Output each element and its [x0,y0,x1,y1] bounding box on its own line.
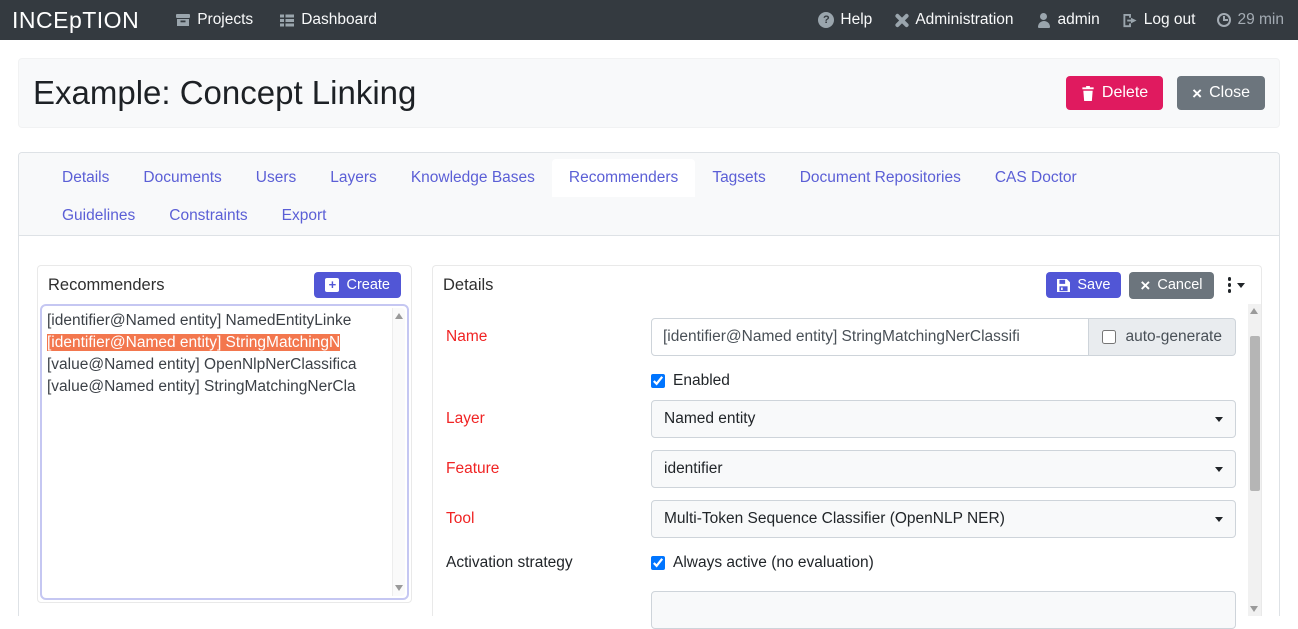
page-header: Example: Concept Linking Delete × Close [18,58,1280,128]
recommender-list-item[interactable]: [identifier@Named entity] NamedEntityLin… [47,310,391,332]
top-navbar: INCEpTION Projects Dashboard ? Help Admi… [0,0,1298,40]
activation-strategy-label: Activation strategy [446,554,651,572]
tab-guidelines[interactable]: Guidelines [45,197,152,235]
cancel-button[interactable]: × Cancel [1129,272,1213,299]
tab-export[interactable]: Export [265,197,344,235]
close-icon: × [1192,85,1202,102]
session-timer-label: 29 min [1237,11,1284,29]
logout-icon [1122,13,1138,28]
nav-administration-label: Administration [915,11,1013,29]
details-scrollbar[interactable] [1248,304,1261,616]
nav-dashboard-label: Dashboard [301,11,377,29]
recommender-list-item[interactable]: [value@Named entity] OpenNlpNerClassific… [47,354,391,376]
tab-cas-doctor[interactable]: CAS Doctor [978,159,1094,197]
always-active-checkbox[interactable] [651,556,665,570]
nav-help-label: Help [840,11,872,29]
recommender-list-item-selected[interactable]: [identifier@Named entity] StringMatching… [47,332,391,354]
create-button-label: Create [346,277,390,293]
scroll-down-arrow[interactable] [395,585,403,591]
feature-select-value: identifier [664,460,723,478]
nav-administration[interactable]: Administration [894,11,1013,29]
listbox-scrollbar[interactable] [392,308,405,596]
scroll-down-arrow[interactable] [1250,606,1258,612]
tab-layers[interactable]: Layers [313,159,394,197]
scrollbar-thumb[interactable] [1250,336,1260,491]
cancel-icon: × [1140,277,1150,294]
delete-button-label: Delete [1102,84,1148,102]
recommenders-panel: Recommenders + Create [identifier@Named … [37,265,412,603]
close-button[interactable]: × Close [1177,76,1265,110]
recommender-form: Name auto-generate Enabled [433,304,1236,616]
plus-square-icon: + [325,278,339,292]
layer-select-value: Named entity [664,410,755,428]
auto-generate-label: auto-generate [1125,328,1222,346]
layer-label: Layer [446,410,651,428]
kebab-icon [1228,277,1232,293]
chevron-down-icon [1215,467,1223,472]
enabled-label: Enabled [673,372,730,390]
app-logo[interactable]: INCEpTION [12,7,139,34]
enabled-checkbox[interactable] [651,374,665,388]
always-active-label: Always active (no evaluation) [673,554,874,572]
more-actions-menu[interactable] [1222,273,1252,297]
tool-select-value: Multi-Token Sequence Classifier (OpenNLP… [664,510,1005,528]
trash-icon [1081,86,1095,101]
nav-help[interactable]: ? Help [818,11,872,29]
tool-select[interactable]: Multi-Token Sequence Classifier (OpenNLP… [651,500,1236,538]
nav-user-label: admin [1058,11,1100,29]
name-label: Name [446,328,651,346]
details-panel-title: Details [443,276,493,295]
session-timer: 29 min [1217,11,1284,29]
tab-document-repositories[interactable]: Document Repositories [783,159,978,197]
archive-icon [175,12,191,28]
name-input[interactable] [651,318,1089,356]
nav-logout[interactable]: Log out [1122,11,1196,29]
list-icon [279,12,295,28]
recommenders-panel-title: Recommenders [48,276,164,295]
tab-users[interactable]: Users [239,159,313,197]
feature-select[interactable]: identifier [651,450,1236,488]
floppy-icon [1057,279,1070,292]
auto-generate-addon: auto-generate [1089,318,1236,356]
tab-details[interactable]: Details [45,159,126,197]
nav-projects-label: Projects [197,11,253,29]
close-button-label: Close [1209,84,1250,102]
chevron-down-icon [1215,517,1223,522]
tab-tagsets[interactable]: Tagsets [695,159,782,197]
settings-tabbar: Details Documents Users Layers Knowledge… [19,153,1279,236]
tool-label: Tool [446,510,651,528]
chevron-down-icon [1237,283,1245,288]
feature-label: Feature [446,460,651,478]
question-circle-icon: ? [818,12,834,28]
delete-button[interactable]: Delete [1066,76,1163,110]
person-icon [1036,13,1052,28]
tab-documents[interactable]: Documents [126,159,238,197]
chevron-down-icon [1215,417,1223,422]
tools-icon [894,13,909,28]
tab-knowledge-bases[interactable]: Knowledge Bases [394,159,552,197]
nav-dashboard[interactable]: Dashboard [279,11,377,29]
recommenders-listbox[interactable]: [identifier@Named entity] NamedEntityLin… [40,304,409,600]
tab-recommenders[interactable]: Recommenders [552,159,695,197]
clock-icon [1217,13,1231,27]
create-recommender-button[interactable]: + Create [314,272,401,298]
tab-constraints[interactable]: Constraints [152,197,264,235]
nav-logout-label: Log out [1144,11,1196,29]
save-button[interactable]: Save [1046,272,1121,298]
save-button-label: Save [1077,277,1110,293]
layer-select[interactable]: Named entity [651,400,1236,438]
scroll-up-arrow[interactable] [1250,308,1258,314]
nav-projects[interactable]: Projects [175,11,253,29]
details-panel: Details Save × Cancel Name [432,265,1262,616]
page-title: Example: Concept Linking [33,74,416,112]
scroll-up-arrow[interactable] [395,313,403,319]
recommender-list-item[interactable]: [value@Named entity] StringMatchingNerCl… [47,376,391,398]
cancel-button-label: Cancel [1157,277,1202,293]
clipped-select[interactable] [651,591,1236,629]
nav-user[interactable]: admin [1036,11,1100,29]
auto-generate-checkbox[interactable] [1102,330,1116,344]
